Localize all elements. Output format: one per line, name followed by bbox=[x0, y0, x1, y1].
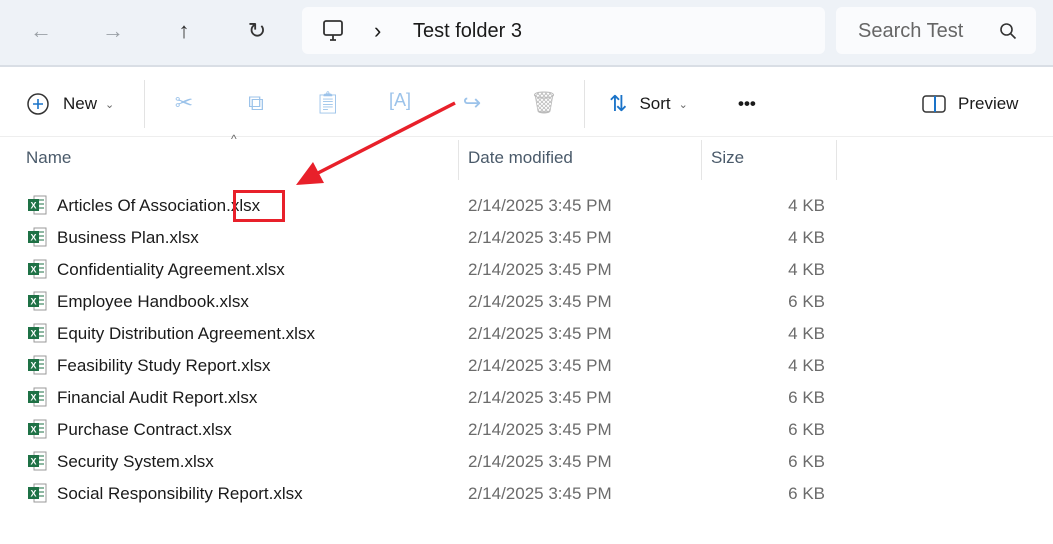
annotation-arrow bbox=[296, 101, 456, 185]
